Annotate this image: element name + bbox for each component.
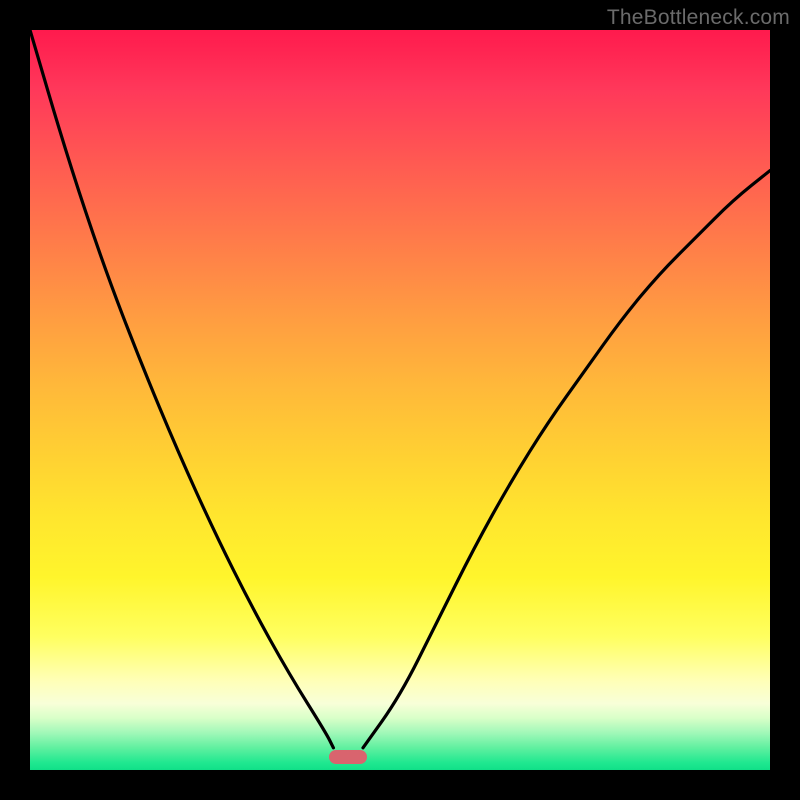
chart-frame: TheBottleneck.com	[0, 0, 800, 800]
bottleneck-marker	[329, 750, 367, 764]
curve-left-branch	[30, 30, 333, 748]
curve-right-branch	[363, 171, 770, 748]
curve-layer	[30, 30, 770, 770]
watermark-text: TheBottleneck.com	[607, 6, 790, 30]
plot-area	[30, 30, 770, 770]
